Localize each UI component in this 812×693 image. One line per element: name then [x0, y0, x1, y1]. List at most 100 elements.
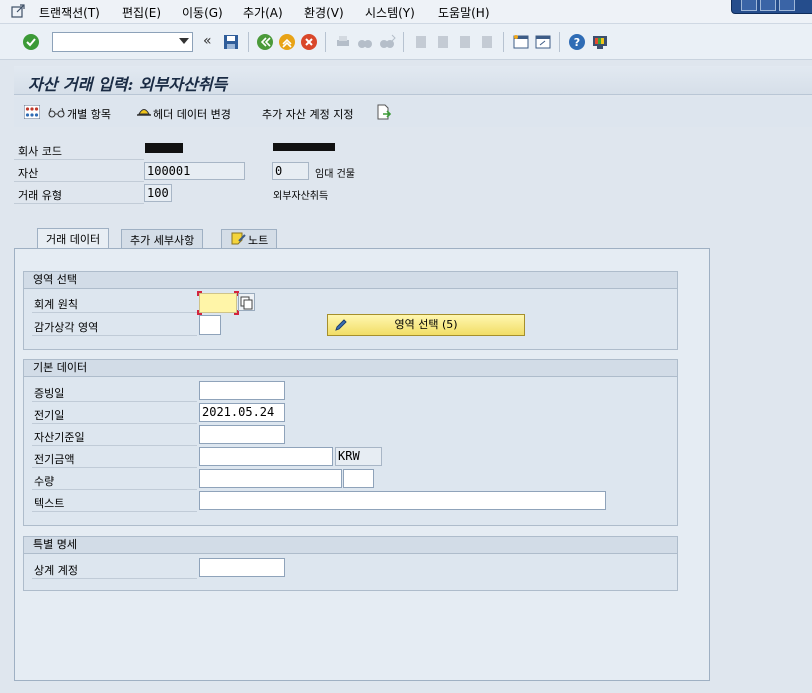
tab-label: 거래 데이터: [46, 233, 101, 246]
basic-data-title: 기본 데이터: [24, 360, 677, 377]
hat-icon: [137, 109, 151, 116]
save-icon[interactable]: [222, 33, 240, 51]
page-title: 자산 거래 입력: 외부자산취득: [28, 75, 228, 94]
area-selection-group: 영역 선택: [23, 271, 678, 350]
asset-label: 자산: [18, 167, 39, 180]
transaction-type-label: 거래 유형: [18, 189, 62, 202]
text-field[interactable]: [199, 491, 606, 510]
offset-account-label: 상계 계정: [34, 564, 78, 577]
individual-item-label: 개별 항목: [67, 108, 111, 121]
command-field[interactable]: [52, 32, 193, 52]
svg-text:?: ?: [574, 36, 580, 49]
cancel-icon[interactable]: [300, 33, 318, 51]
pencil-icon: [335, 319, 347, 331]
currency-field: KRW: [335, 447, 382, 466]
document-arrow-icon[interactable]: [376, 104, 392, 120]
menu-icon[interactable]: [11, 4, 26, 19]
create-session-icon[interactable]: [512, 33, 530, 51]
asset-number-value: 100001: [147, 164, 191, 178]
accounting-principle-field[interactable]: [199, 293, 237, 313]
toolbar-separator: [403, 32, 404, 52]
multiple-screen-icon[interactable]: [24, 105, 40, 119]
quantity-label: 수량: [34, 475, 55, 488]
transaction-type-field[interactable]: 100: [144, 184, 172, 202]
accounting-principle-label: 회계 원칙: [34, 298, 78, 311]
print-icon: [337, 36, 349, 46]
area-selection-title: 영역 선택: [24, 272, 677, 289]
customize-layout-icon[interactable]: [591, 33, 609, 51]
exit-icon[interactable]: [278, 33, 296, 51]
document-date-label: 증빙일: [34, 387, 65, 400]
help-icon[interactable]: ?: [568, 33, 586, 51]
nav-back-glyph[interactable]: «: [203, 33, 212, 49]
application-toolbar: 개별 항목 헤더 데이터 변경 추가 자산 계정 지정: [14, 97, 812, 127]
glasses-icon: [48, 107, 65, 118]
toolbar-separator: [503, 32, 504, 52]
amount-field[interactable]: [199, 447, 333, 466]
window-controls: [731, 0, 812, 14]
asset-value-date-field[interactable]: [199, 425, 285, 444]
close-icon[interactable]: [779, 0, 795, 11]
asset-subnumber-field[interactable]: 0: [272, 162, 309, 180]
text-label: 텍스트: [34, 497, 65, 510]
chevron-down-icon[interactable]: [179, 38, 189, 44]
find-next-icon: [380, 34, 396, 48]
menu-environment[interactable]: 환경(V): [304, 4, 344, 21]
tab-label: 추가 세부사항: [130, 234, 195, 247]
label-underline: [32, 445, 197, 446]
posting-date-value: 2021.05.24: [202, 405, 275, 419]
company-code-label: 회사 코드: [18, 145, 62, 158]
label-underline: [32, 335, 197, 336]
label-underline: [32, 467, 197, 468]
area-selection-button[interactable]: 영역 선택 (5): [327, 314, 525, 336]
offset-account-field[interactable]: [199, 558, 285, 577]
asset-description: 임대 건물: [315, 169, 355, 180]
label-underline: [32, 423, 197, 424]
maximize-icon[interactable]: [760, 0, 776, 11]
transaction-type-value: 100: [147, 186, 169, 200]
enter-icon[interactable]: [22, 33, 40, 51]
menu-edit[interactable]: 편집(E): [122, 4, 161, 21]
posting-date-field[interactable]: 2021.05.24: [199, 403, 285, 422]
depreciation-area-field[interactable]: [199, 315, 221, 335]
tab-additional-details[interactable]: 추가 세부사항: [121, 229, 204, 248]
currency-value: KRW: [338, 449, 360, 463]
copy-icon[interactable]: [238, 293, 255, 311]
shortcut-icon[interactable]: [534, 33, 552, 51]
find-icon: [358, 40, 372, 48]
last-page-icon: [482, 36, 492, 48]
toolbar-separator: [559, 32, 560, 52]
special-title: 특별 명세: [24, 537, 677, 554]
menu-system[interactable]: 시스템(Y): [365, 4, 415, 21]
header-data-label: 헤더 데이터 변경: [153, 108, 231, 121]
company-code-redacted: [145, 143, 183, 153]
company-name-redacted: [273, 143, 335, 151]
asset-number-field[interactable]: 100001: [144, 162, 245, 180]
label-underline: [32, 312, 197, 313]
focus-corner: [197, 291, 202, 296]
back-icon[interactable]: [256, 33, 274, 51]
menu-bar: 트랜잭션(T) 편집(E) 이동(G) 추가(A) 환경(V) 시스템(Y) 도…: [0, 0, 812, 24]
menu-extras[interactable]: 추가(A): [243, 4, 283, 21]
quantity-field[interactable]: [199, 469, 342, 488]
asset-subnumber-value: 0: [275, 164, 283, 178]
label-underline: [14, 181, 144, 182]
label-underline: [32, 401, 197, 402]
tab-transaction-data[interactable]: 거래 데이터: [37, 228, 110, 249]
additional-account-button[interactable]: 추가 자산 계정 지정: [262, 106, 353, 122]
menu-goto[interactable]: 이동(G): [182, 4, 223, 21]
area-selection-button-label: 영역 선택 (5): [394, 318, 458, 331]
menu-help[interactable]: 도움말(H): [438, 4, 490, 21]
depreciation-area-label: 감가상각 영역: [34, 321, 99, 334]
unit-field[interactable]: [343, 469, 374, 488]
amount-label: 전기금액: [34, 453, 75, 466]
title-bar: 자산 거래 입력: 외부자산취득: [14, 66, 812, 95]
label-underline: [14, 203, 144, 204]
label-underline: [32, 489, 197, 490]
tab-notes[interactable]: 노트: [221, 229, 278, 248]
toolbar-separator: [248, 32, 249, 52]
menu-transaction[interactable]: 트랜잭션(T): [39, 4, 100, 21]
minimize-icon[interactable]: [741, 0, 757, 11]
tab-label: 노트: [248, 234, 269, 247]
document-date-field[interactable]: [199, 381, 285, 400]
